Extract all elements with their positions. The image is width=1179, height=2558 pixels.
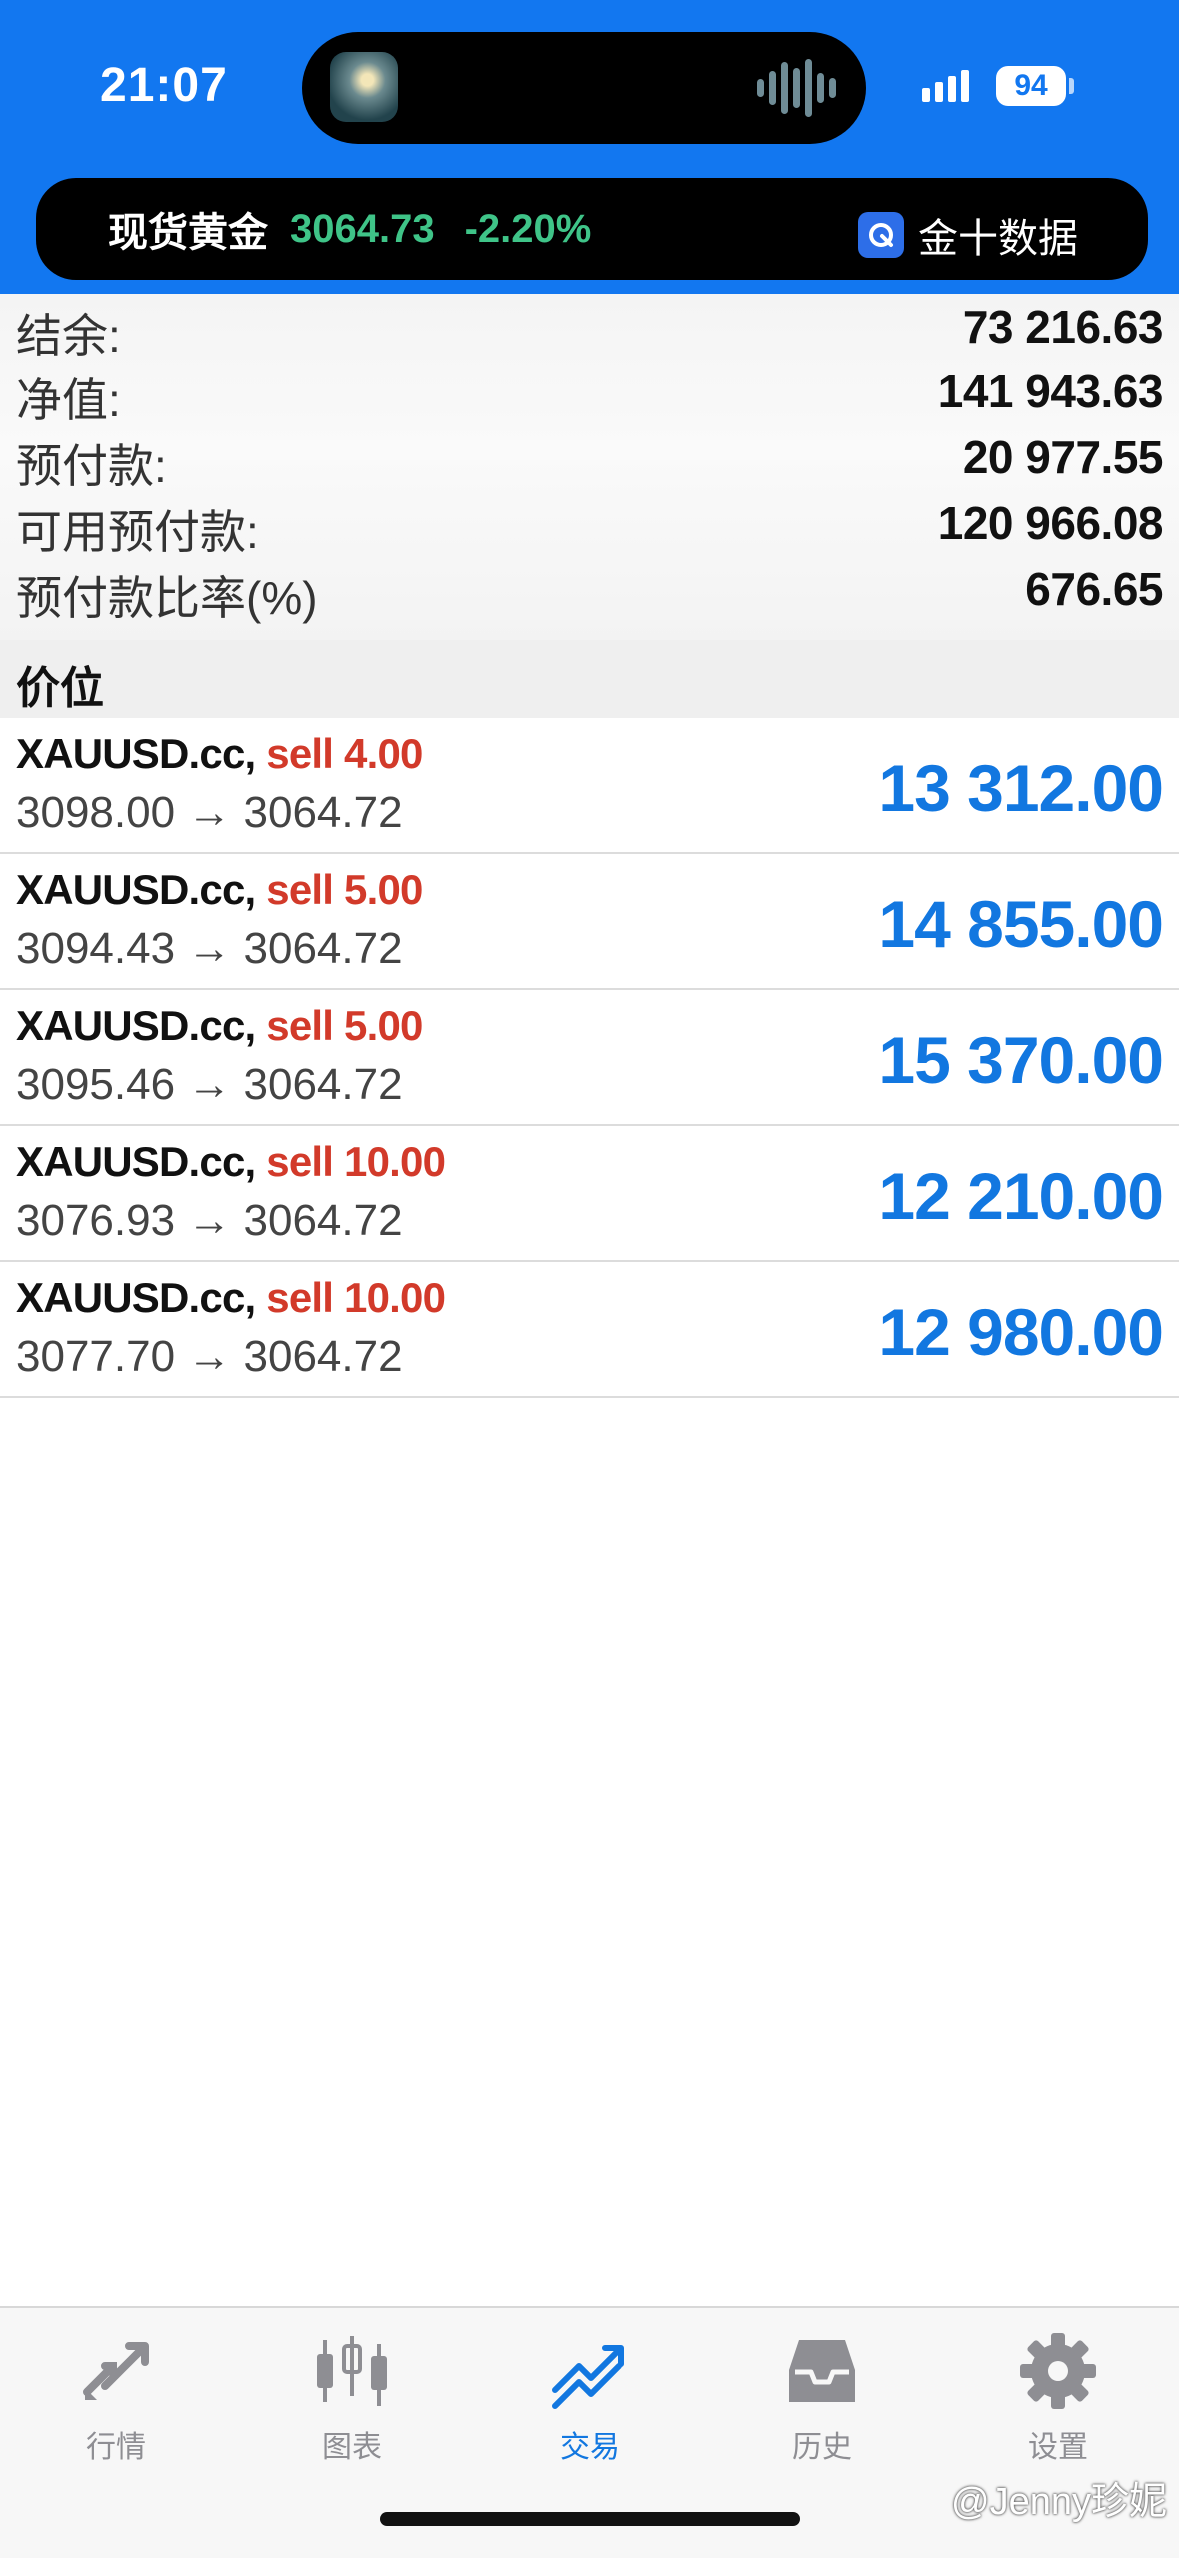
position-row[interactable]: XAUUSD.cc, sell 10.00 3076.93 → 3064.72 … bbox=[0, 1126, 1179, 1262]
summary-label: 预付款比率(%) bbox=[16, 572, 318, 624]
ticker-price: 3064.73 bbox=[290, 206, 435, 251]
positions-section-header: 价位 bbox=[0, 640, 1179, 718]
history-tray-icon bbox=[789, 2340, 855, 2402]
position-prices: 3095.46 → 3064.72 bbox=[16, 1060, 403, 1109]
position-profit: 14 855.00 bbox=[878, 887, 1164, 961]
position-side: sell 5.00 bbox=[266, 1002, 423, 1049]
position-profit: 13 312.00 bbox=[878, 751, 1164, 825]
account-summary: 结余: 73 216.63 净值: 141 943.63 预付款: 20 977… bbox=[0, 294, 1179, 640]
summary-label: 可用预付款: bbox=[16, 506, 259, 558]
ticker-name: 现货黄金 bbox=[108, 211, 268, 255]
jin10-logo-icon bbox=[858, 212, 904, 258]
symbol-text: XAUUSD.cc, bbox=[16, 730, 256, 777]
quotes-arrows-icon bbox=[83, 2342, 149, 2400]
summary-row-margin: 预付款: 20 977.55 bbox=[0, 424, 1179, 492]
summary-label: 净值: bbox=[16, 374, 121, 426]
position-row[interactable]: XAUUSD.cc, sell 4.00 3098.00 → 3064.72 1… bbox=[0, 718, 1179, 854]
summary-row-margin-level: 预付款比率(%) 676.65 bbox=[0, 556, 1179, 624]
section-title: 价位 bbox=[16, 664, 104, 713]
symbol-text: XAUUSD.cc, bbox=[16, 1138, 256, 1185]
symbol-text: XAUUSD.cc, bbox=[16, 1274, 256, 1321]
summary-value: 120 966.08 bbox=[937, 497, 1164, 549]
summary-row-equity: 净值: 141 943.63 bbox=[0, 358, 1179, 426]
summary-label: 结余: bbox=[16, 310, 121, 362]
trade-trend-icon bbox=[552, 2345, 624, 2409]
summary-row-balance: 结余: 73 216.63 bbox=[0, 294, 1179, 362]
dynamic-island[interactable] bbox=[302, 32, 866, 144]
symbol-text: XAUUSD.cc, bbox=[16, 1002, 256, 1049]
position-prices: 3077.70 → 3064.72 bbox=[16, 1332, 403, 1381]
tab-label: 行情 bbox=[86, 2431, 146, 2464]
tab-label: 历史 bbox=[792, 2431, 852, 2464]
home-indicator[interactable] bbox=[380, 2512, 800, 2526]
position-side: sell 10.00 bbox=[266, 1138, 446, 1185]
gear-icon bbox=[1020, 2333, 1096, 2409]
position-side: sell 4.00 bbox=[266, 730, 423, 777]
tab-history[interactable]: 历史 bbox=[742, 2330, 902, 2480]
summary-value: 73 216.63 bbox=[962, 301, 1164, 353]
tab-label: 设置 bbox=[1028, 2431, 1088, 2464]
ticker-source-label: 金十数据 bbox=[918, 217, 1078, 261]
position-symbol: XAUUSD.cc, sell 5.00 bbox=[16, 866, 423, 914]
ticker-change: -2.20% bbox=[464, 206, 592, 251]
summary-label: 预付款: bbox=[16, 440, 167, 492]
position-row[interactable]: XAUUSD.cc, sell 10.00 3077.70 → 3064.72 … bbox=[0, 1262, 1179, 1398]
ticker-source[interactable]: 金十数据 bbox=[858, 206, 1078, 264]
audio-waveform-icon bbox=[757, 58, 836, 118]
battery-tip bbox=[1069, 78, 1074, 94]
position-row[interactable]: XAUUSD.cc, sell 5.00 3094.43 → 3064.72 1… bbox=[0, 854, 1179, 990]
position-side: sell 10.00 bbox=[266, 1274, 446, 1321]
now-playing-artwork bbox=[330, 52, 398, 122]
position-prices: 3076.93 → 3064.72 bbox=[16, 1196, 403, 1245]
summary-value: 676.65 bbox=[1025, 563, 1163, 615]
tab-settings[interactable]: 设置 bbox=[978, 2330, 1138, 2480]
position-side: sell 5.00 bbox=[266, 866, 423, 913]
position-row[interactable]: XAUUSD.cc, sell 5.00 3095.46 → 3064.72 1… bbox=[0, 990, 1179, 1126]
tab-label: 图表 bbox=[322, 2431, 382, 2464]
symbol-text: XAUUSD.cc, bbox=[16, 866, 256, 913]
position-prices: 3098.00 → 3064.72 bbox=[16, 788, 403, 837]
position-profit: 12 980.00 bbox=[878, 1295, 1164, 1369]
status-time: 21:07 bbox=[100, 59, 228, 112]
position-symbol: XAUUSD.cc, sell 10.00 bbox=[16, 1274, 446, 1322]
watermark-text: @Jenny珍妮 bbox=[951, 2481, 1167, 2523]
position-prices: 3094.43 → 3064.72 bbox=[16, 924, 403, 973]
summary-value: 20 977.55 bbox=[962, 431, 1164, 483]
candlestick-chart-icon bbox=[317, 2336, 387, 2406]
gold-ticker-banner[interactable]: 现货黄金 3064.73 -2.20% 金十数据 bbox=[36, 178, 1148, 280]
position-symbol: XAUUSD.cc, sell 5.00 bbox=[16, 1002, 423, 1050]
position-profit: 12 210.00 bbox=[878, 1159, 1164, 1233]
position-symbol: XAUUSD.cc, sell 4.00 bbox=[16, 730, 423, 778]
tab-quotes[interactable]: 行情 bbox=[36, 2330, 196, 2480]
position-symbol: XAUUSD.cc, sell 10.00 bbox=[16, 1138, 446, 1186]
summary-value: 141 943.63 bbox=[937, 365, 1164, 417]
battery-icon: 94 bbox=[996, 66, 1066, 106]
signal-icon bbox=[922, 70, 969, 102]
position-profit: 15 370.00 bbox=[878, 1023, 1164, 1097]
summary-row-free-margin: 可用预付款: 120 966.08 bbox=[0, 490, 1179, 558]
tab-charts[interactable]: 图表 bbox=[272, 2330, 432, 2480]
positions-list: XAUUSD.cc, sell 4.00 3098.00 → 3064.72 1… bbox=[0, 718, 1179, 1398]
tab-label: 交易 bbox=[560, 2431, 620, 2464]
tab-trade[interactable]: 交易 bbox=[510, 2330, 670, 2480]
